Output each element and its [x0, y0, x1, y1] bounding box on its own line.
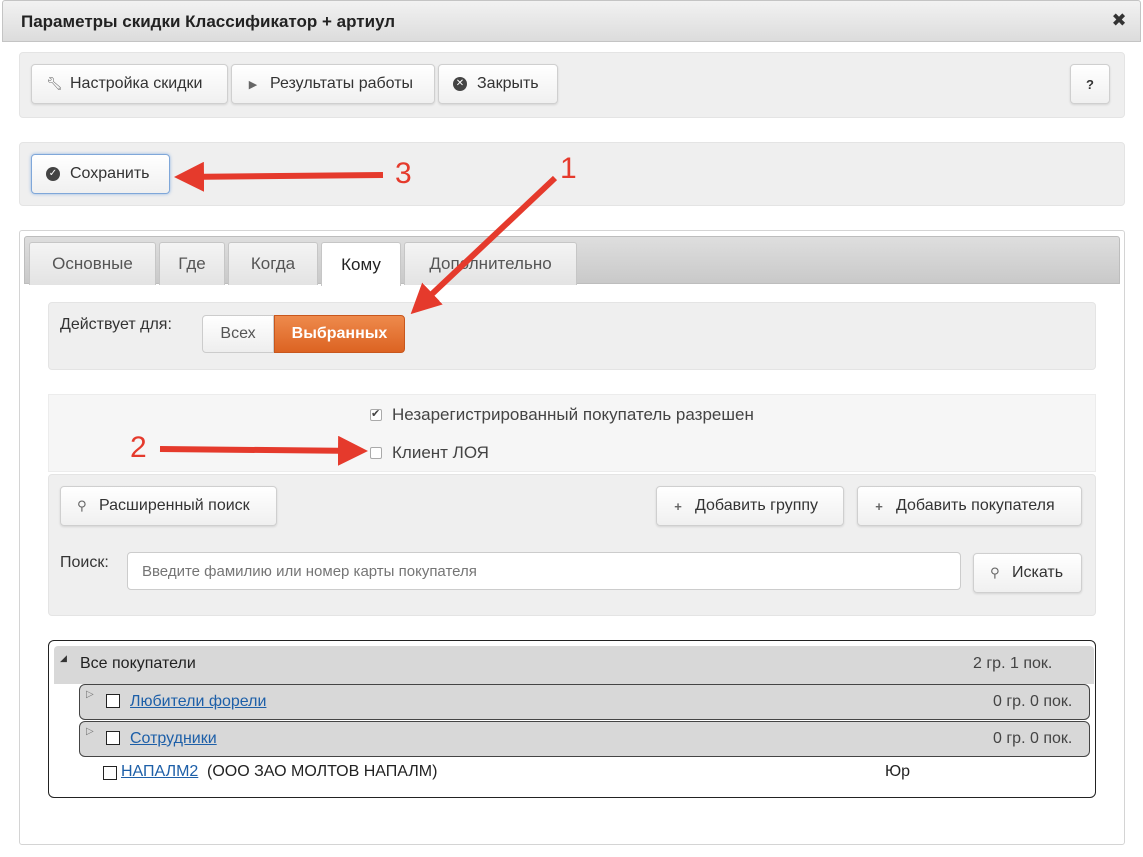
tab-main[interactable]: Основные	[29, 242, 156, 285]
customer-org: (ООО ЗАО МОЛТОВ НАПАЛМ)	[207, 763, 438, 780]
save-label: Сохранить	[70, 165, 150, 182]
results-label: Результаты работы	[270, 75, 414, 92]
unregistered-label: Незарегистрированный покупатель разрешен	[392, 405, 754, 424]
search-button[interactable]: ⚲ Искать	[973, 553, 1082, 593]
customer-type: Юр	[885, 763, 911, 780]
plus-icon: +	[674, 498, 682, 514]
magnifier-icon: ⚲	[77, 498, 87, 513]
group-link[interactable]: Сотрудники	[130, 730, 217, 748]
tab-where[interactable]: Где	[159, 242, 225, 285]
add-group-label: Добавить группу	[695, 497, 819, 514]
search-button-label: Искать	[1012, 564, 1064, 581]
expand-triangle-icon[interactable]: ▷	[86, 726, 94, 737]
tab-whom[interactable]: Кому	[321, 242, 401, 286]
applies-all-option[interactable]: Всех	[202, 315, 274, 353]
help-button[interactable]: ?	[1070, 64, 1110, 104]
magnifier-icon: ⚲	[990, 565, 1000, 580]
plus-icon: +	[875, 498, 883, 514]
check-circle-icon: ✓	[46, 167, 60, 181]
close-icon[interactable]: ✖	[1110, 10, 1128, 30]
help-label: ?	[1086, 76, 1094, 92]
customer-link[interactable]: НАПАЛМ2	[121, 763, 198, 781]
group-count: 0 гр. 0 пок.	[993, 693, 1073, 710]
advanced-search-label: Расширенный поиск	[99, 497, 250, 514]
annotation-number-1: 1	[560, 152, 577, 185]
search-input[interactable]	[127, 552, 961, 590]
advanced-search-button[interactable]: ⚲ Расширенный поиск	[60, 486, 277, 526]
add-customer-label: Добавить покупателя	[896, 497, 1055, 514]
discount-settings-button[interactable]: 🔧︎ Настройка скидки	[31, 64, 228, 104]
tree-root-label: Все покупатели	[80, 655, 196, 672]
tabs-bar: Основные Где Когда Кому Дополнительно	[24, 236, 1120, 286]
annotation-number-2: 2	[130, 431, 147, 464]
window-title: Параметры скидки Классификатор + артиул	[21, 12, 396, 31]
group-checkbox[interactable]	[106, 694, 120, 708]
results-button[interactable]: ▶ Результаты работы	[231, 64, 435, 104]
tree-root-count: 2 гр. 1 пок.	[973, 655, 1053, 672]
group-count: 0 гр. 0 пок.	[993, 730, 1073, 747]
expand-triangle-icon[interactable]: ▷	[86, 689, 94, 700]
loyalty-label: Клиент ЛОЯ	[392, 443, 489, 462]
customer-checkbox[interactable]	[103, 766, 117, 780]
customer-row[interactable]: НАПАЛМ2 (ООО ЗАО МОЛТОВ НАПАЛМ) Юр	[60, 760, 1090, 786]
annotation-number-3: 3	[395, 157, 412, 190]
close-button[interactable]: ✕ Закрыть	[438, 64, 558, 104]
close-label: Закрыть	[477, 75, 539, 92]
unregistered-checkbox[interactable]	[370, 407, 382, 421]
collapse-triangle-icon[interactable]: ◢	[60, 653, 67, 664]
add-customer-button[interactable]: + Добавить покупателя	[857, 486, 1082, 526]
tab-additional[interactable]: Дополнительно	[404, 242, 577, 285]
add-group-button[interactable]: + Добавить группу	[656, 486, 844, 526]
tree-group-row[interactable]: ▷ Любители форели 0 гр. 0 пок.	[79, 684, 1090, 720]
save-button[interactable]: ✓ Сохранить	[31, 154, 170, 194]
search-label: Поиск:	[60, 554, 109, 571]
unregistered-option[interactable]: Незарегистрированный покупатель разрешен	[370, 405, 754, 425]
tree-root-row[interactable]: ◢ Все покупатели 2 гр. 1 пок.	[54, 646, 1094, 684]
play-icon: ▶	[248, 78, 258, 91]
tab-when[interactable]: Когда	[228, 242, 318, 285]
applies-selected-option[interactable]: Выбранных	[274, 315, 405, 353]
discount-settings-label: Настройка скидки	[70, 75, 203, 92]
tree-group-row[interactable]: ▷ Сотрудники 0 гр. 0 пок.	[79, 721, 1090, 757]
close-circle-icon: ✕	[453, 77, 467, 91]
loyalty-option[interactable]: Клиент ЛОЯ	[370, 443, 489, 463]
group-checkbox[interactable]	[106, 731, 120, 745]
group-link[interactable]: Любители форели	[130, 693, 266, 711]
loyalty-checkbox[interactable]	[370, 447, 382, 459]
wrench-icon: 🔧︎	[46, 76, 63, 91]
window-titlebar: Параметры скидки Классификатор + артиул …	[2, 0, 1141, 42]
applies-label: Действует для:	[60, 316, 172, 333]
